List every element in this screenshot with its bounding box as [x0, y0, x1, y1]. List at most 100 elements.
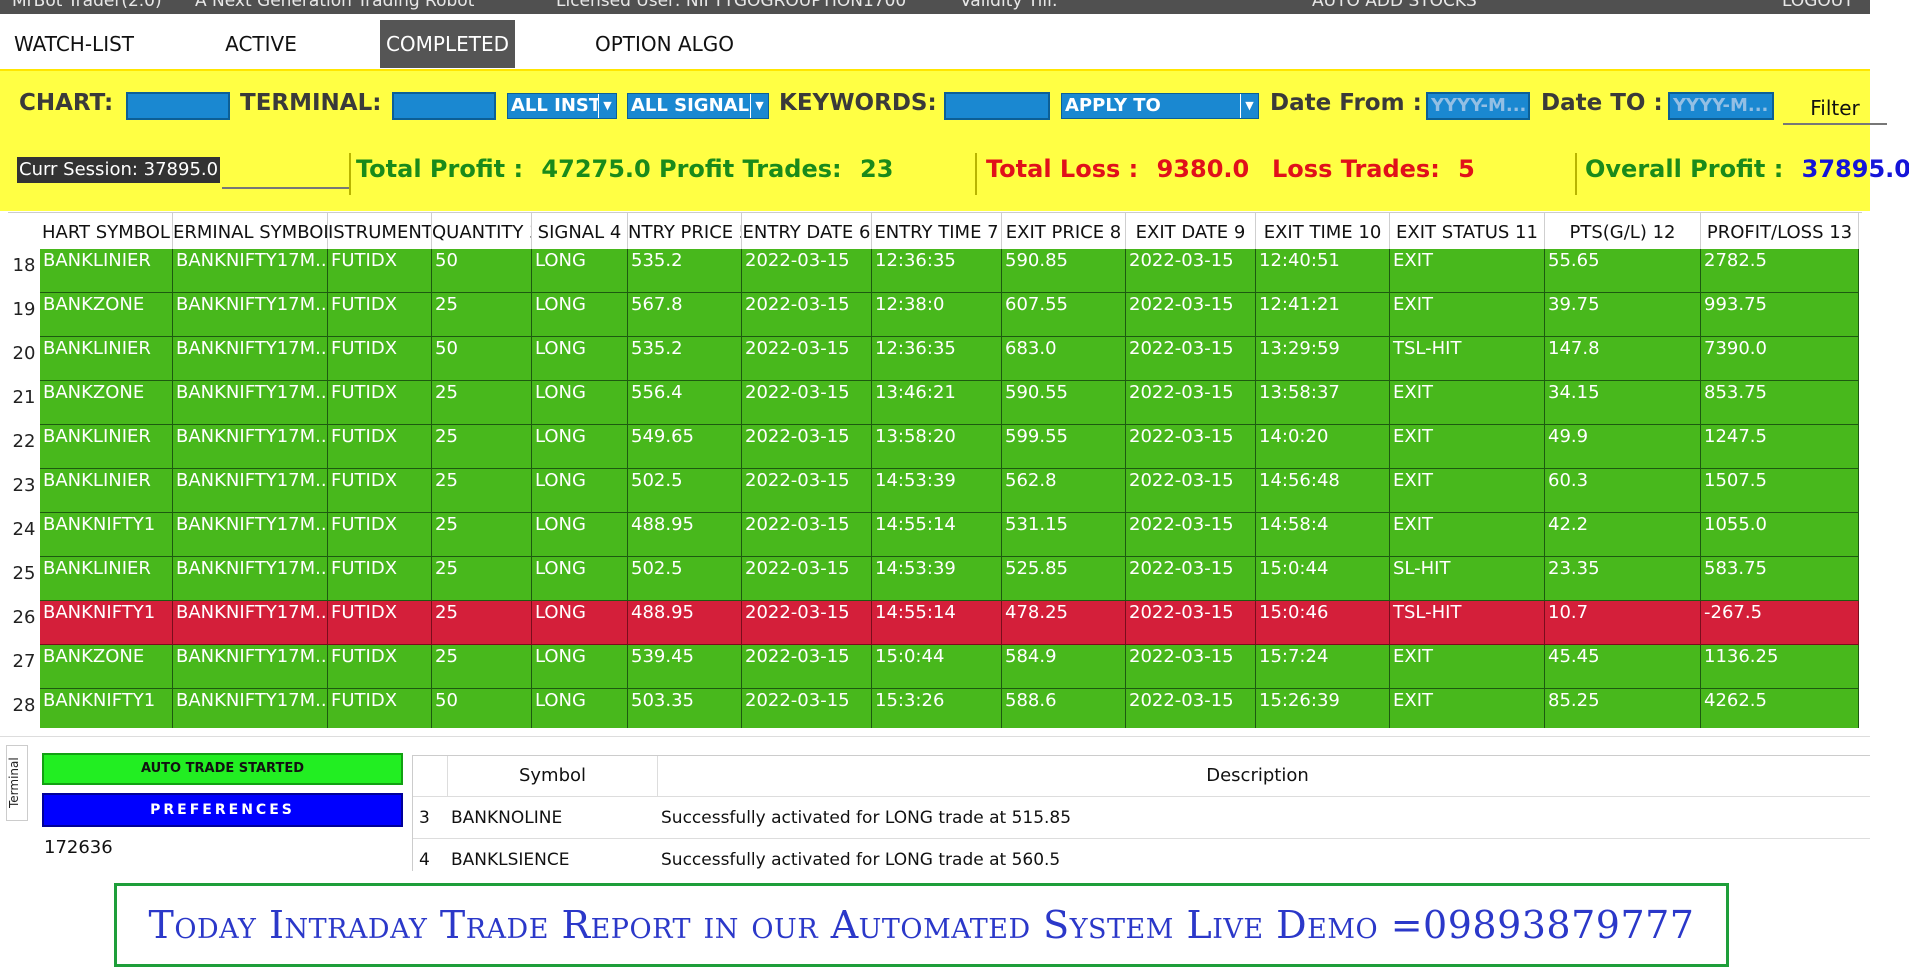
- table-cell: 488.95: [628, 513, 742, 557]
- table-cell: 853.75: [1701, 381, 1859, 425]
- terminal-input[interactable]: [392, 92, 496, 120]
- table-cell: BANKLINIER: [40, 425, 173, 469]
- table-header: HART SYMBOL ERMINAL SYMBOL ISTRUMENT QUANTI…: [8, 213, 1862, 249]
- table-cell: 588.6: [1002, 689, 1126, 728]
- column-header[interactable]: EXIT DATE 9: [1126, 213, 1256, 249]
- column-header[interactable]: SIGNAL 4: [532, 213, 628, 249]
- table-cell: 1247.5: [1701, 425, 1859, 469]
- table-cell: 14:53:39: [872, 469, 1002, 513]
- loss-trades-value: 5: [1458, 155, 1475, 183]
- column-header[interactable]: ENTRY TIME 7: [872, 213, 1002, 249]
- symbol-column-header[interactable]: Symbol: [447, 756, 657, 796]
- column-header[interactable]: ISTRUMENT: [328, 213, 432, 249]
- table-cell: 42.2: [1545, 513, 1701, 557]
- log-row[interactable]: 4 BANKLSIENCE Successfully activated for…: [413, 838, 1870, 871]
- tab-watch-list[interactable]: WATCH-LIST: [0, 20, 148, 68]
- table-cell: BANKNIFTY17M...: [173, 601, 328, 645]
- divider: [1575, 153, 1577, 195]
- table-row[interactable]: BANKLINIER BANKNIFTY17M... FUTIDX 25 LONG 502…: [40, 557, 1859, 601]
- table-cell: 10.7: [1545, 601, 1701, 645]
- column-header[interactable]: HART SYMBOL: [40, 213, 173, 249]
- trading-app-window: MrBot Trader(2.0) A Next Generation Trad…: [0, 0, 1909, 968]
- row-number: 26: [12, 607, 36, 628]
- auto-add-stocks-button[interactable]: AUTO ADD STOCKS: [1312, 0, 1477, 11]
- tab-completed[interactable]: COMPLETED: [380, 20, 515, 68]
- table-row[interactable]: BANKNIFTY1 BANKNIFTY17M... FUTIDX 25 LONG 488…: [40, 513, 1859, 557]
- terminal-label: TERMINAL:: [240, 90, 382, 116]
- table-cell: 2022-03-15: [742, 249, 872, 293]
- column-header[interactable]: ENTRY DATE 6: [742, 213, 872, 249]
- profit-trades-value: 23: [860, 155, 894, 183]
- instrument-select-value: ALL INST: [511, 95, 602, 116]
- tab-active[interactable]: ACTIVE: [205, 20, 317, 68]
- logout-button[interactable]: LOGOUT: [1782, 0, 1854, 11]
- table-cell: EXIT: [1390, 293, 1545, 337]
- title-bar: MrBot Trader(2.0) A Next Generation Trad…: [0, 0, 1870, 14]
- table-cell: 25: [432, 381, 532, 425]
- table-cell: -267.5: [1701, 601, 1859, 645]
- terminal-log-table: Symbol Description 3 BANKNOLINE Successf…: [412, 755, 1870, 871]
- apply-to-select[interactable]: APPLY TO ▼: [1061, 93, 1259, 119]
- table-cell: FUTIDX: [328, 645, 432, 689]
- table-cell: 25: [432, 601, 532, 645]
- tab-option-algo[interactable]: OPTION ALGO: [583, 20, 746, 68]
- chart-input[interactable]: [126, 92, 230, 120]
- signal-select[interactable]: ALL SIGNAL ▼: [627, 93, 769, 119]
- table-cell: 25: [432, 513, 532, 557]
- chevron-down-icon: ▼: [750, 94, 768, 118]
- table-cell: 39.75: [1545, 293, 1701, 337]
- table-cell: 535.2: [628, 337, 742, 381]
- date-to-input[interactable]: YYYY-M...: [1668, 92, 1774, 120]
- log-symbol: BANKLSIENCE: [451, 850, 570, 870]
- column-header[interactable]: NTRY PRICE 5: [628, 213, 742, 249]
- terminal-side-tab[interactable]: Terminal: [6, 745, 28, 821]
- table-row[interactable]: BANKLINIER BANKNIFTY17M... FUTIDX 25 LONG 502…: [40, 469, 1859, 513]
- chart-label: CHART:: [19, 90, 114, 116]
- table-cell: 549.65: [628, 425, 742, 469]
- main-tabs: WATCH-LIST ACTIVE COMPLETED OPTION ALGO: [0, 14, 1870, 69]
- table-row[interactable]: BANKZONE BANKNIFTY17M... FUTIDX 25 LONG 567.8…: [40, 293, 1859, 337]
- table-cell: BANKZONE: [40, 293, 173, 337]
- column-header[interactable]: EXIT STATUS 11: [1390, 213, 1545, 249]
- column-header[interactable]: EXIT TIME 10: [1256, 213, 1390, 249]
- preferences-button[interactable]: PREFERENCES: [42, 793, 403, 827]
- date-from-input[interactable]: YYYY-M...: [1426, 92, 1530, 120]
- table-cell: 2022-03-15: [1126, 645, 1256, 689]
- column-header[interactable]: ERMINAL SYMBOL: [173, 213, 328, 249]
- table-cell: LONG: [532, 293, 628, 337]
- table-cell: EXIT: [1390, 249, 1545, 293]
- table-row[interactable]: BANKNIFTY1 BANKNIFTY17M... FUTIDX 50 LONG 503…: [40, 689, 1859, 728]
- column-header[interactable]: PTS(G/L) 12: [1545, 213, 1701, 249]
- table-cell: BANKNIFTY17M...: [173, 425, 328, 469]
- app-title: MrBot Trader(2.0): [12, 0, 162, 11]
- keywords-input[interactable]: [944, 92, 1050, 120]
- column-header[interactable]: EXIT PRICE 8: [1002, 213, 1126, 249]
- auto-trade-button[interactable]: AUTO TRADE STARTED: [42, 753, 403, 785]
- table-row[interactable]: BANKLINIER BANKNIFTY17M... FUTIDX 50 LONG 535…: [40, 337, 1859, 381]
- table-cell: 539.45: [628, 645, 742, 689]
- table-cell: 49.9: [1545, 425, 1701, 469]
- table-cell: BANKLINIER: [40, 469, 173, 513]
- table-row[interactable]: BANKZONE BANKNIFTY17M... FUTIDX 25 LONG 539.4…: [40, 645, 1859, 689]
- description-column-header[interactable]: Description: [657, 756, 1857, 796]
- table-cell: 34.15: [1545, 381, 1701, 425]
- curr-session-display: Curr Session: 37895.0: [17, 157, 221, 183]
- column-header[interactable]: QUANTITY 3: [432, 213, 532, 249]
- table-cell: BANKZONE: [40, 381, 173, 425]
- column-header[interactable]: PROFIT/LOSS 13: [1701, 213, 1859, 249]
- table-row[interactable]: BANKNIFTY1 BANKNIFTY17M... FUTIDX 25 LONG 488…: [40, 601, 1859, 645]
- instrument-select[interactable]: ALL INST ▼: [507, 93, 617, 119]
- table-row[interactable]: BANKZONE BANKNIFTY17M... FUTIDX 25 LONG 556.4…: [40, 381, 1859, 425]
- table-cell: LONG: [532, 249, 628, 293]
- table-cell: 15:3:26: [872, 689, 1002, 728]
- table-cell: 45.45: [1545, 645, 1701, 689]
- table-cell: 503.35: [628, 689, 742, 728]
- session-input[interactable]: [222, 155, 349, 189]
- filter-button[interactable]: Filter: [1783, 93, 1887, 125]
- table-row[interactable]: BANKLINIER BANKNIFTY17M... FUTIDX 50 LONG 535…: [40, 249, 1859, 293]
- table-cell: 85.25: [1545, 689, 1701, 728]
- table-cell: 50: [432, 337, 532, 381]
- table-row[interactable]: BANKLINIER BANKNIFTY17M... FUTIDX 25 LONG 549…: [40, 425, 1859, 469]
- log-row[interactable]: 3 BANKNOLINE Successfully activated for …: [413, 796, 1870, 838]
- table-cell: 556.4: [628, 381, 742, 425]
